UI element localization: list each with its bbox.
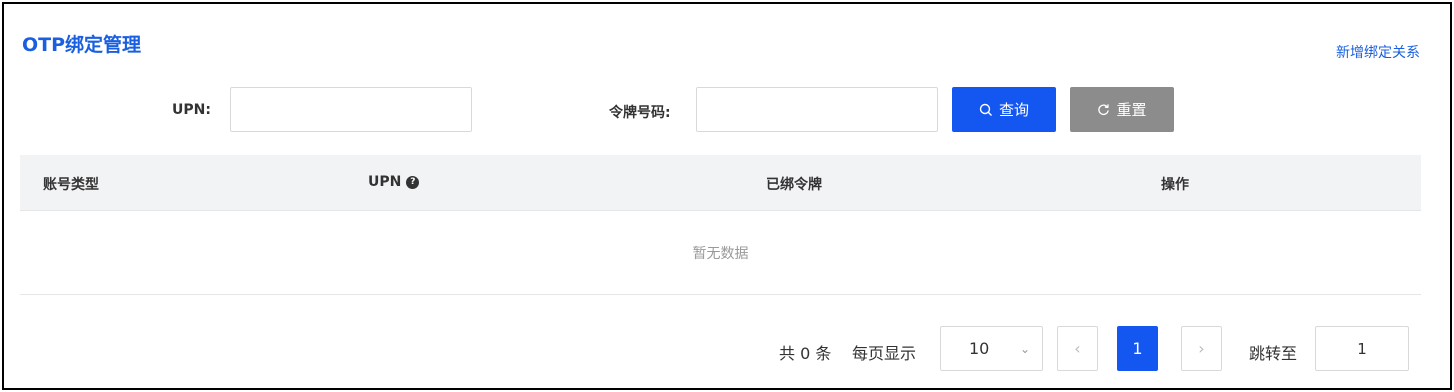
chevron-down-icon: ⌄ [1019, 341, 1030, 356]
per-page-select[interactable]: 10 ⌄ [940, 326, 1043, 371]
jump-to-label: 跳转至 [1249, 344, 1298, 363]
page-1-button[interactable]: 1 [1117, 326, 1158, 371]
jump-to-input[interactable]: 1 [1315, 326, 1409, 371]
next-page-button[interactable]: › [1181, 326, 1222, 371]
column-actions-label: 操作 [1161, 177, 1189, 193]
upn-label: UPN: [172, 102, 211, 118]
chevron-right-icon: › [1198, 339, 1205, 358]
jump-to-value: 1 [1357, 339, 1367, 358]
refresh-icon [1098, 104, 1110, 116]
page-title: OTP绑定管理 [22, 34, 142, 56]
column-actions[interactable]: 操作 [1161, 174, 1189, 194]
column-upn[interactable]: UPN ? [368, 174, 420, 190]
column-bound-token-label: 已绑令牌 [766, 177, 822, 193]
token-label: 令牌号码: [609, 105, 671, 121]
help-icon[interactable]: ? [406, 175, 420, 189]
table-header: 账号类型 UPN ? 已绑令牌 操作 [20, 155, 1421, 211]
column-account-type-label: 账号类型 [43, 177, 99, 193]
reset-button[interactable]: 重置 [1070, 87, 1174, 132]
search-icon [979, 103, 992, 116]
per-page-label: 每页显示 [852, 344, 917, 363]
empty-state: 暂无数据 [20, 211, 1421, 295]
reset-button-label: 重置 [1116, 101, 1147, 119]
current-page-number: 1 [1132, 339, 1143, 358]
column-account-type[interactable]: 账号类型 [43, 174, 99, 194]
token-input[interactable] [696, 87, 938, 132]
total-count: 共 0 条 [779, 344, 832, 363]
per-page-value: 10 [969, 339, 990, 358]
column-bound-token[interactable]: 已绑令牌 [766, 174, 822, 194]
upn-input[interactable] [230, 87, 472, 132]
query-button-label: 查询 [998, 101, 1029, 119]
chevron-left-icon: ‹ [1074, 339, 1081, 358]
add-binding-link[interactable]: 新增绑定关系 [1336, 42, 1420, 62]
column-upn-label: UPN [368, 174, 402, 190]
prev-page-button[interactable]: ‹ [1057, 326, 1098, 371]
query-button[interactable]: 查询 [952, 87, 1056, 132]
